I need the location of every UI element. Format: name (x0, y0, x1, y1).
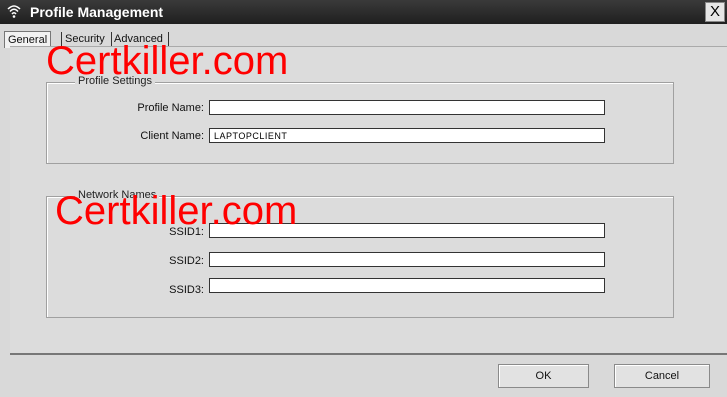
window-title: Profile Management (30, 4, 164, 20)
ssid2-field[interactable] (209, 252, 605, 267)
profile-name-label: Profile Name: (137, 102, 204, 114)
watermark-text: Certkiller.com (46, 39, 289, 83)
client-name-label: Client Name: (140, 130, 204, 142)
close-button[interactable]: X (705, 2, 725, 22)
wireless-signal-icon (7, 5, 21, 18)
profile-settings-group: Profile Settings (46, 75, 674, 164)
title-bar: Profile Management X (0, 0, 727, 24)
watermark-text: Certkiller.com (55, 189, 298, 233)
close-icon: X (709, 3, 720, 20)
cancel-button[interactable]: Cancel (614, 364, 710, 388)
client-name-field[interactable] (209, 128, 605, 143)
ssid3-field[interactable] (209, 278, 605, 293)
ssid3-label: SSID3: (169, 284, 204, 296)
ok-button[interactable]: OK (498, 364, 589, 388)
ssid2-label: SSID2: (169, 255, 204, 267)
profile-name-field[interactable] (209, 100, 605, 115)
